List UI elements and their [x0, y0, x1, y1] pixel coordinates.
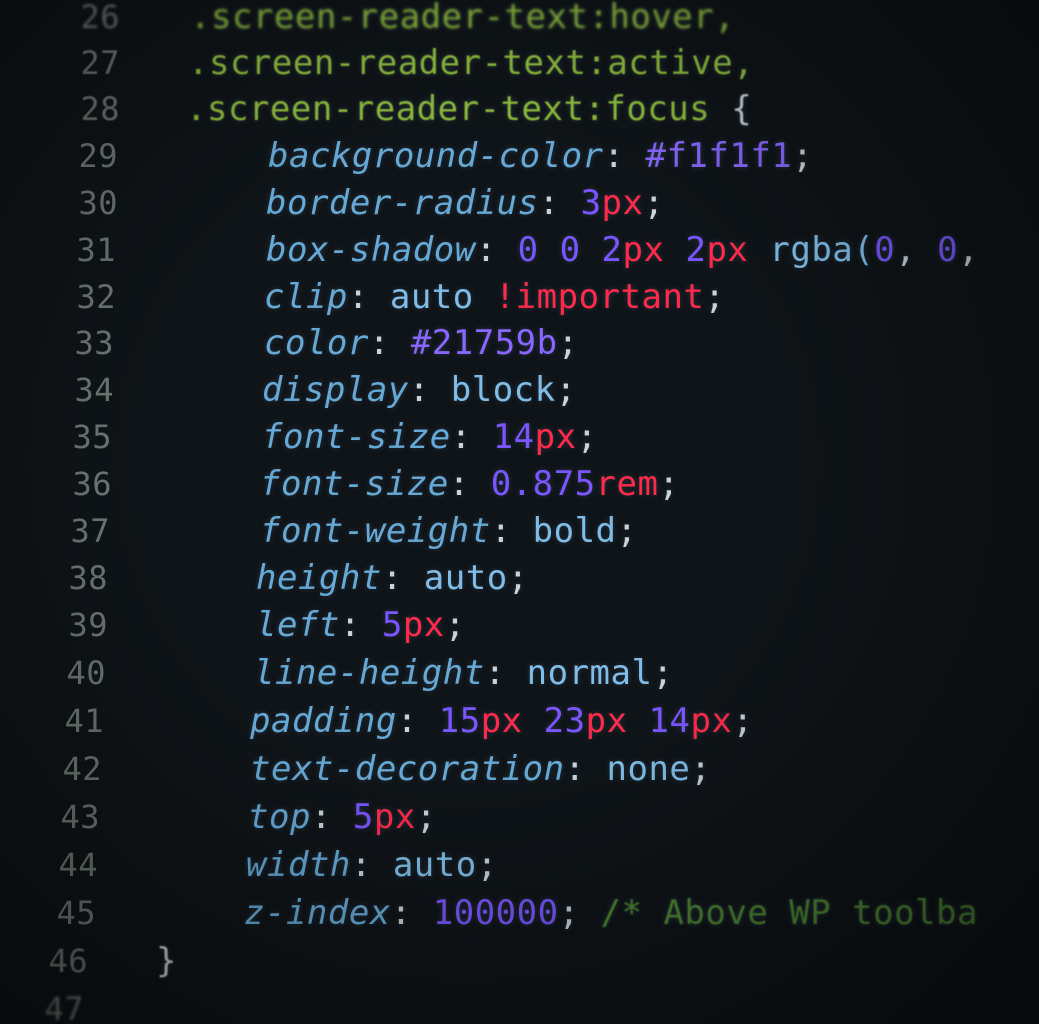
code-text: display: block;: [262, 370, 577, 410]
line-number: 38: [68, 559, 108, 597]
line-number: 42: [62, 750, 102, 788]
code-text: z-index: 100000; /* Above WP toolba: [244, 893, 978, 933]
line-number: 37: [70, 512, 110, 550]
line-number: 39: [68, 606, 108, 644]
line-number: 46: [48, 942, 88, 980]
line-number: 27: [80, 44, 120, 82]
code-text: height: auto;: [256, 558, 529, 598]
line-number: 29: [78, 137, 118, 175]
code-text: width: auto;: [246, 845, 498, 885]
code-text: .screen-reader-text:hover,: [190, 0, 736, 37]
line-number: 34: [74, 371, 114, 409]
code-text: font-size: 0.875rem;: [260, 464, 680, 504]
code-text: box-shadow: 0 0 2px 2px rgba(0, 0,: [266, 230, 980, 270]
code-text: font-weight: bold;: [260, 511, 638, 551]
line-number: 41: [64, 702, 104, 740]
code-text: line-height: normal;: [254, 653, 674, 693]
code-text: color: #21759b;: [264, 323, 579, 363]
code-text: .screen-reader-text:focus {: [186, 89, 753, 129]
line-number: 43: [60, 798, 100, 836]
line-number: 31: [76, 231, 116, 269]
code-text: clip: auto !important;: [264, 277, 726, 317]
line-number: 26: [80, 0, 120, 36]
code-text: text-decoration: none;: [250, 749, 712, 789]
line-number: 28: [80, 90, 120, 128]
code-text: font-size: 14px;: [262, 417, 598, 457]
line-number: 45: [56, 894, 96, 932]
code-text: padding: 15px 23px 14px;: [250, 701, 754, 741]
line-number: 47: [44, 990, 84, 1024]
code-text: }: [156, 941, 177, 981]
line-number: 36: [72, 465, 112, 503]
line-number: 33: [74, 324, 114, 362]
code-text: border-radius: 3px;: [266, 183, 665, 223]
code-text: background-color: #f1f1f1;: [268, 136, 814, 176]
code-editor: 26 .screen-reader-text:hover, 27 .screen…: [0, 0, 1039, 1024]
line-number: 32: [76, 278, 116, 316]
line-number: 35: [72, 418, 112, 456]
code-text: top: 5px;: [248, 797, 437, 837]
line-number: 30: [78, 184, 118, 222]
line-number: 44: [58, 846, 98, 884]
line-number: 40: [66, 654, 106, 692]
code-text: .screen-reader-text:active,: [188, 43, 755, 83]
code-text: left: 5px;: [256, 605, 466, 645]
